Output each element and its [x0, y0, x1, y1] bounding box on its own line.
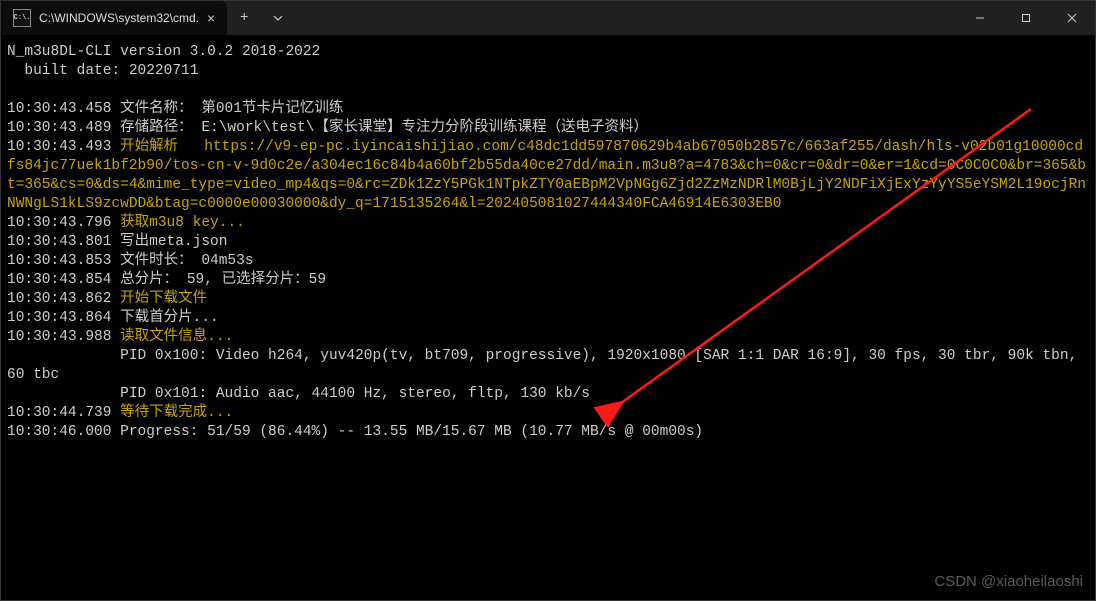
ts: 10:30:43.489 [7, 120, 111, 136]
ts: 10:30:43.864 [7, 310, 111, 326]
ts: 10:30:43.801 [7, 234, 111, 250]
value-duration: 04m53s [201, 253, 253, 269]
value-segments: 59, 已选择分片：59 [187, 272, 326, 288]
cmd-icon: C:\. [13, 9, 31, 27]
label-startdl: 开始下载文件 [120, 291, 207, 307]
label-parse: 开始解析 [120, 139, 204, 155]
watermark: CSDN @xiaoheilaoshi [934, 573, 1083, 590]
ts: 10:30:43.862 [7, 291, 111, 307]
label-duration: 文件时长： [120, 253, 193, 269]
tab-title: C:\WINDOWS\system32\cmd. [39, 11, 199, 25]
tab-cmd[interactable]: C:\. C:\WINDOWS\system32\cmd. × [1, 1, 227, 35]
ts: 10:30:43.493 [7, 139, 111, 155]
label-meta: 写出meta.json [120, 234, 227, 250]
tab-dropdown-button[interactable] [261, 1, 295, 35]
label-firstseg: 下载首分片... [120, 310, 219, 326]
ts: 10:30:43.988 [7, 329, 111, 345]
label-path: 存储路径： [120, 120, 193, 136]
label-segments: 总分片： [120, 272, 178, 288]
header-line-2: built date: 20220711 [7, 63, 198, 79]
stream-video: PID 0x100: Video h264, yuv420p(tv, bt709… [7, 348, 1086, 383]
ts: 10:30:43.853 [7, 253, 111, 269]
terminal-output[interactable]: N_m3u8DL-CLI version 3.0.2 2018-2022 bui… [1, 35, 1095, 450]
value-filename: 第001节卡片记忆训练 [201, 101, 343, 117]
stream-audio: PID 0x101: Audio aac, 44100 Hz, stereo, … [7, 386, 590, 402]
terminal-window: C:\. C:\WINDOWS\system32\cmd. × + N_m3u8… [0, 0, 1096, 601]
label-getkey: 获取m3u8 key... [120, 215, 245, 231]
progress-line: Progress: 51/59 (86.44%) -- 13.55 MB/15.… [120, 424, 703, 440]
tab-close-button[interactable]: × [207, 11, 215, 25]
ts: 10:30:43.458 [7, 101, 111, 117]
window-controls [957, 1, 1095, 35]
ts: 10:30:43.796 [7, 215, 111, 231]
label-readinfo: 读取文件信息... [120, 329, 233, 345]
minimize-button[interactable] [957, 1, 1003, 35]
ts: 10:30:43.854 [7, 272, 111, 288]
chevron-down-icon [273, 13, 283, 23]
new-tab-button[interactable]: + [227, 1, 261, 35]
header-line-1: N_m3u8DL-CLI version 3.0.2 2018-2022 [7, 44, 320, 60]
label-filename: 文件名称： [120, 101, 193, 117]
titlebar: C:\. C:\WINDOWS\system32\cmd. × + [1, 1, 1095, 35]
ts: 10:30:46.000 [7, 424, 111, 440]
titlebar-drag-area[interactable] [295, 1, 957, 35]
maximize-button[interactable] [1003, 1, 1049, 35]
close-button[interactable] [1049, 1, 1095, 35]
label-wait: 等待下载完成... [120, 405, 233, 421]
ts: 10:30:44.739 [7, 405, 111, 421]
value-path: E:\work\test\【家长课堂】专注力分阶段训练课程（送电子资料） [201, 120, 648, 136]
